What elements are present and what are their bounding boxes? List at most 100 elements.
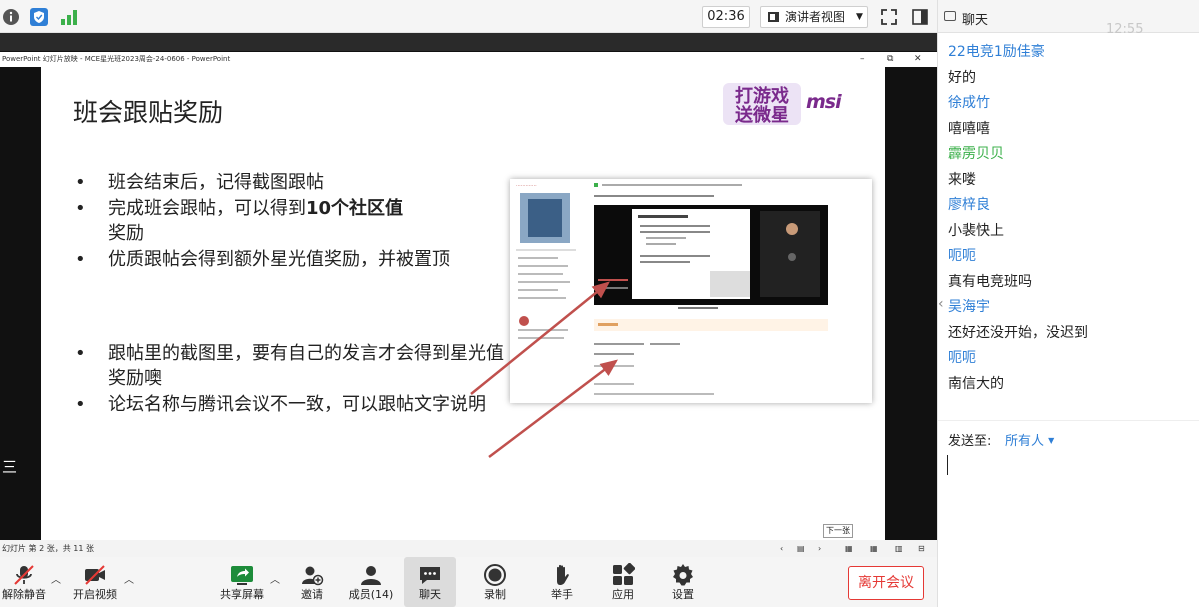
chat-button[interactable]: 聊天 (404, 557, 456, 607)
powerpoint-window-title: PowerPoint 幻灯片放映 - MCE星光班2023周会-24-0606 … (2, 55, 231, 63)
members-button[interactable]: 成员(14) (346, 557, 396, 607)
fullscreen-icon[interactable] (880, 8, 898, 26)
send-to-label: 发送至: (948, 434, 992, 449)
slide-menu-icon[interactable]: ▤ (797, 540, 805, 557)
reading-view-icon[interactable]: ▥ (895, 540, 903, 557)
chat-header: 聊天 (938, 0, 1199, 33)
powerpoint-title-bar: PowerPoint 幻灯片放映 - MCE星光班2023周会-24-0606 … (0, 52, 937, 67)
chat-message-text: 南信大的 (948, 375, 1004, 392)
chat-sender-name[interactable]: 廖梓良 (948, 196, 990, 214)
chat-sender-name[interactable]: 呃呃 (948, 349, 976, 367)
signal-strength-icon[interactable] (60, 8, 78, 26)
chat-sender-name[interactable]: 呃呃 (948, 247, 976, 265)
meeting-top-bar: 02:36 演讲者视图 ▼ (0, 0, 937, 33)
info-icon[interactable] (2, 8, 20, 26)
slide: 班会跟贴奖励 打游戏 送微星 msi 班会结束后，记得截图跟帖 完成班会跟帖，可… (41, 67, 885, 540)
chat-message-text: 真有电竞班吗 (948, 273, 1032, 290)
raise-hand-button[interactable]: 举手 (542, 557, 582, 607)
meeting-timer: 02:36 (702, 6, 750, 28)
chat-bubble-icon (420, 567, 440, 584)
faded-timestamp: 12:55 (1106, 22, 1144, 37)
share-screen-label: 共享屏幕 (220, 588, 264, 601)
minimize-icon[interactable]: – (860, 52, 865, 67)
forum-screenshot-image: ············· (510, 179, 872, 403)
slideshow-icon[interactable]: ⊟ (918, 540, 925, 557)
restore-icon[interactable]: ⧉ (887, 52, 893, 67)
bullet-item: 完成班会跟帖，可以得到10个社区值奖励 (75, 196, 485, 246)
normal-view-icon[interactable]: ▦ (845, 540, 853, 557)
svg-text:送微星: 送微星 (734, 104, 789, 126)
bullet-list-bottom: 跟帖里的截图里，要有自己的发言才会得到星光值奖励噢 论坛名称与腾讯会议不一致，可… (75, 341, 519, 418)
slide-sorter-icon[interactable]: ▦ (870, 540, 878, 557)
share-screen-button[interactable]: 共享屏幕 (218, 557, 266, 607)
invite-button[interactable]: 邀请 (292, 557, 332, 607)
record-button[interactable]: 录制 (475, 557, 515, 607)
chat-message-text: 嘻嘻嘻 (948, 120, 990, 137)
chat-label: 聊天 (419, 588, 441, 601)
unmute-label: 解除静音 (2, 588, 46, 601)
msi-logo: msi (806, 91, 842, 113)
event-logo: 打游戏 送微星 (723, 83, 801, 126)
chat-message-text: 还好还没开始，没迟到 (948, 324, 1088, 341)
meeting-toolbar: 解除静音 ︿ 开启视频 ︿ 共享屏幕 ︿ 邀请 成员(14) 聊天 录制 举手 … (0, 557, 937, 607)
settings-label: 设置 (672, 588, 694, 601)
chat-message-text: 好的 (948, 69, 976, 86)
close-icon[interactable]: ✕ (914, 52, 922, 67)
record-icon (484, 564, 506, 586)
divider (938, 420, 1199, 421)
presenter-view-label: 演讲者视图 (785, 10, 846, 24)
bullet-item: 跟帖里的截图里，要有自己的发言才会得到星光值奖励噢 (75, 341, 519, 391)
record-label: 录制 (484, 588, 506, 601)
bullet-list-top: 班会结束后，记得截图跟帖 完成班会跟帖，可以得到10个社区值奖励 优质跟帖会得到… (75, 170, 485, 273)
unmute-button[interactable]: 解除静音 (0, 557, 48, 607)
bullet-item: 班会结束后，记得截图跟帖 (75, 170, 485, 195)
gear-icon (673, 564, 693, 586)
svg-text:打游戏: 打游戏 (735, 85, 789, 107)
chat-input[interactable] (946, 452, 1192, 602)
raise-hand-label: 举手 (551, 588, 573, 601)
settings-button[interactable]: 设置 (663, 557, 703, 607)
members-label: 成员(14) (348, 588, 394, 601)
raise-hand-icon (557, 564, 569, 585)
security-shield-icon[interactable] (30, 8, 48, 26)
leave-meeting-button[interactable]: 离开会议 (848, 566, 924, 600)
next-slide-tooltip: 下一张 (823, 524, 853, 538)
start-video-button[interactable]: 开启视频 (70, 557, 120, 607)
apps-button[interactable]: 应用 (603, 557, 643, 607)
shared-screen-top-strip (0, 33, 937, 51)
forum-screenshot-drawing: ············· (510, 179, 872, 403)
bullet-item: 优质跟帖会得到额外星光值奖励，并被置顶 (75, 247, 485, 272)
apps-label: 应用 (612, 588, 634, 601)
chat-sender-name[interactable]: 徐成竹 (948, 94, 990, 112)
send-to-recipient: 所有人 (1005, 434, 1045, 449)
start-video-label: 开启视频 (73, 588, 117, 601)
slide-title: 班会跟贴奖励 (73, 98, 224, 127)
share-screen-icon (231, 566, 253, 585)
collapse-panel-icon[interactable]: ‹ (938, 296, 944, 312)
chat-title: 聊天 (962, 13, 989, 28)
chat-sender-name[interactable]: 22电竞1励佳豪 (948, 43, 1045, 61)
send-to-recipient-dropdown[interactable]: 所有人 ▼ (1005, 430, 1054, 449)
sidebar-layout-icon[interactable] (911, 8, 929, 26)
audio-options-caret-icon[interactable]: ︿ (51, 571, 61, 586)
apps-grid-icon (613, 563, 635, 585)
chat-panel: 聊天 12:55 22电竞1励佳豪 好的徐成竹嘻嘻嘻霹雳贝贝来喽廖梓良小裴快上呃呃… (937, 0, 1199, 607)
members-icon (361, 566, 381, 585)
add-user-icon (302, 566, 324, 586)
text-cursor (947, 455, 948, 475)
bullet-item: 论坛名称与腾讯会议不一致，可以跟帖文字说明 (75, 392, 519, 417)
chat-sender-name[interactable]: 吴海宇 (948, 298, 990, 316)
chat-message-text: 来喽 (948, 171, 976, 188)
invite-label: 邀请 (301, 588, 323, 601)
powerpoint-status-bar: 幻灯片 第 2 张，共 11 张 ‹ ▤ › ▦ ▦ ▥ ⊟ (0, 540, 937, 557)
chat-icon (944, 11, 956, 21)
camera-off-icon (85, 565, 105, 585)
share-options-caret-icon[interactable]: ︿ (270, 571, 280, 586)
presenter-view-dropdown[interactable]: 演讲者视图 ▼ (760, 6, 868, 28)
prev-slide-icon[interactable]: ‹ (780, 540, 783, 557)
chat-message-text: 小裴快上 (948, 222, 1004, 239)
video-options-caret-icon[interactable]: ︿ (124, 571, 134, 586)
chat-sender-name[interactable]: 霹雳贝贝 (948, 145, 1004, 163)
next-slide-icon[interactable]: › (818, 540, 821, 557)
chevron-down-icon: ▼ (856, 12, 863, 22)
